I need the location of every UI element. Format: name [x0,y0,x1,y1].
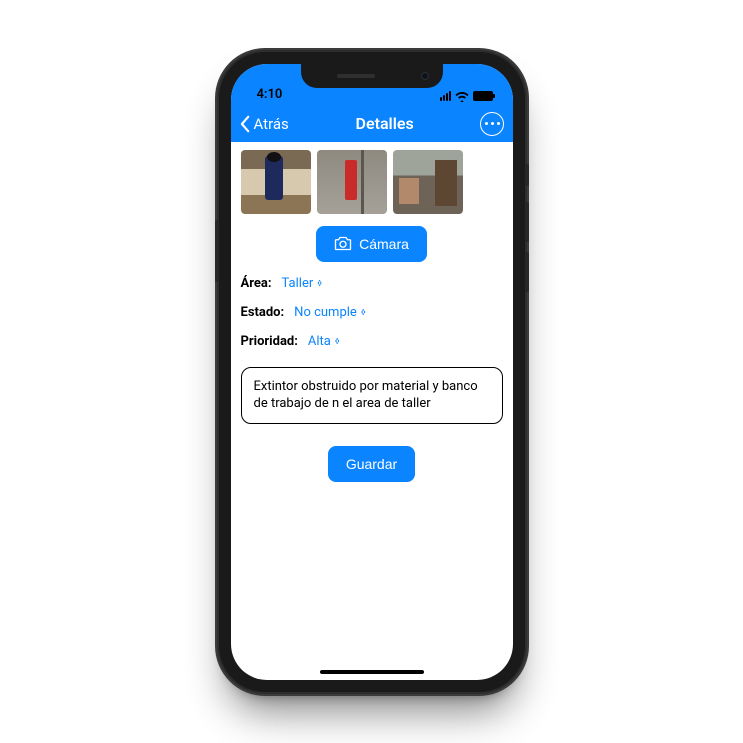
camera-button[interactable]: Cámara [316,226,427,262]
back-button[interactable]: Atrás [239,115,289,133]
estado-value: No cumple [294,305,357,320]
camera-button-label: Cámara [359,236,409,252]
select-chevron-icon: ˄˅ [335,337,340,346]
notes-input[interactable] [241,367,503,424]
photo-thumbnails [241,150,503,214]
thumbnail-3[interactable] [393,150,463,214]
power-button [215,220,219,282]
more-button[interactable] [480,112,504,136]
home-indicator[interactable] [320,670,424,674]
prioridad-select[interactable]: Alta ˄˅ [308,334,340,349]
save-button-label: Guardar [346,456,397,472]
nav-bar: Atrás Detalles [231,106,513,142]
content: Cámara Área: Taller ˄˅ Estado: No cumple… [231,142,513,490]
prioridad-field: Prioridad: Alta ˄˅ [241,334,503,349]
notch [301,64,443,88]
estado-field: Estado: No cumple ˄˅ [241,305,503,320]
area-label: Área: [241,276,272,291]
camera-icon [334,236,352,251]
wifi-icon [455,91,469,102]
select-chevron-icon: ˄˅ [317,279,322,288]
area-value: Taller [282,276,314,291]
thumbnail-1[interactable] [241,150,311,214]
area-field: Área: Taller ˄˅ [241,276,503,291]
thumbnail-2[interactable] [317,150,387,214]
clock: 4:10 [251,87,283,102]
save-button[interactable]: Guardar [328,446,415,482]
prioridad-value: Alta [308,334,331,349]
chevron-left-icon [239,115,252,133]
estado-label: Estado: [241,305,285,320]
area-select[interactable]: Taller ˄˅ [282,276,322,291]
volume-down [525,252,529,292]
back-label: Atrás [254,115,289,133]
page-title: Detalles [356,114,414,133]
volume-up [525,202,529,242]
battery-icon [473,91,493,101]
signal-icon [440,91,451,101]
prioridad-label: Prioridad: [241,334,298,349]
estado-select[interactable]: No cumple ˄˅ [294,305,365,320]
select-chevron-icon: ˄˅ [361,308,366,317]
phone-frame: 4:10 Atrás Detalles [219,52,525,692]
status-icons [440,91,493,102]
mute-switch [525,164,529,186]
